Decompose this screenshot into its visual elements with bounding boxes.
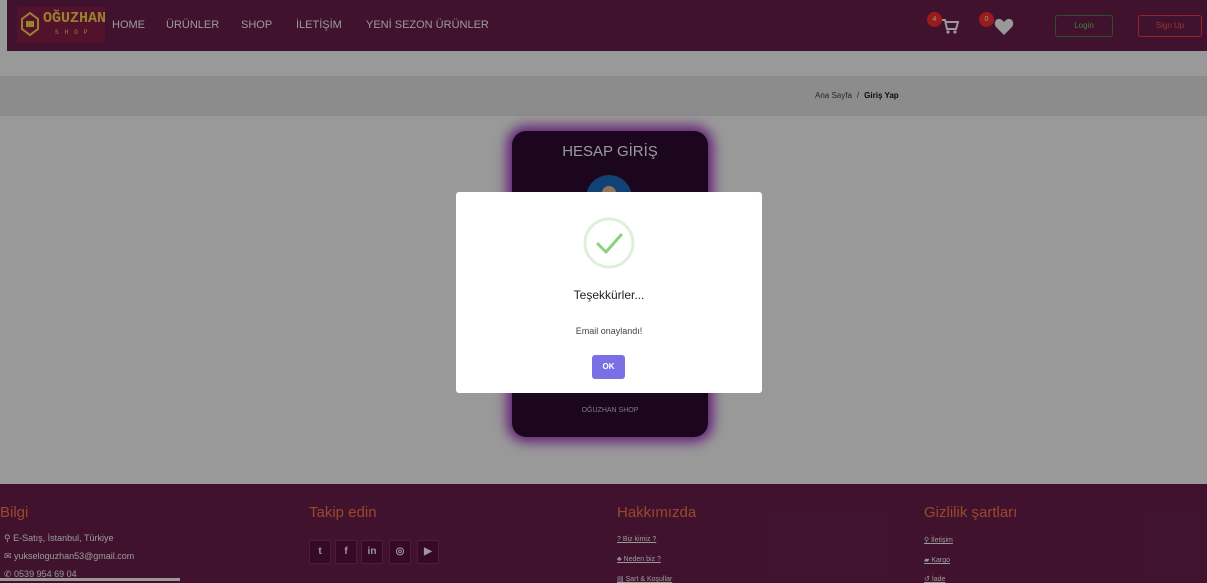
modal-message: Email onaylandı! <box>575 326 643 336</box>
ok-button[interactable]: OK <box>592 355 625 379</box>
success-modal: Teşekkürler... Email onaylandı! OK <box>456 192 762 393</box>
success-check-icon <box>583 217 635 269</box>
page: OĞUZHAN SHOP HOME ÜRÜNLER SHOP İLETİŞİM … <box>0 0 1207 583</box>
modal-title: Teşekkürler... <box>573 288 645 302</box>
